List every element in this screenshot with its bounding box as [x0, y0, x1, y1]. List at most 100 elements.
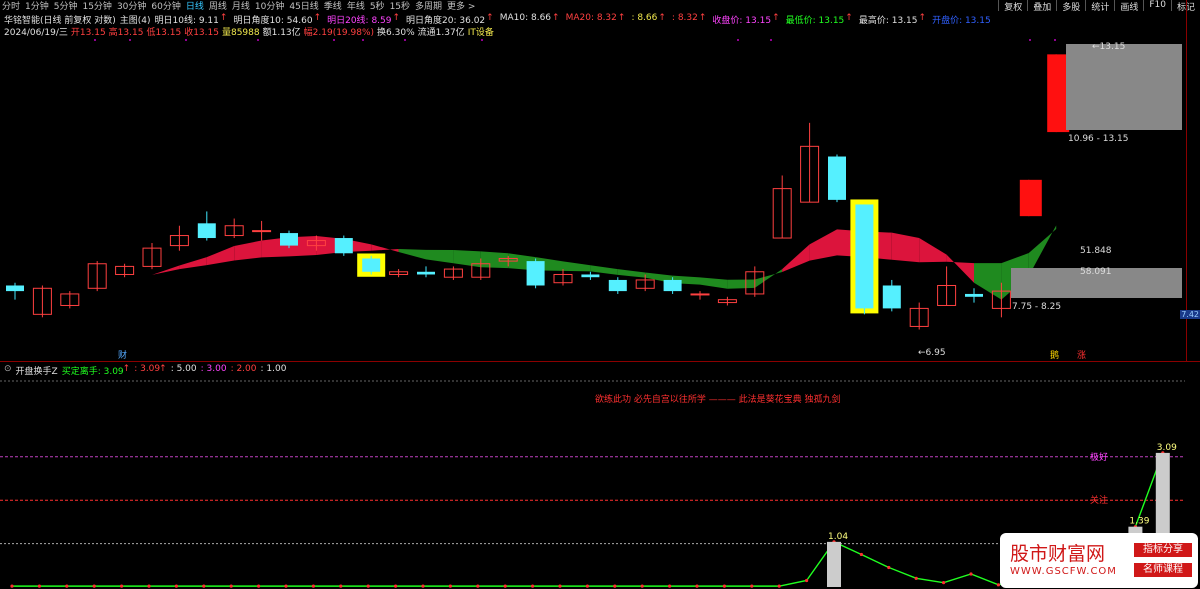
- ma-band-segment: [124, 274, 152, 281]
- bar-label-2: 1.39: [1129, 517, 1149, 527]
- indicator-value-0: 买定离手: 3.09: [61, 367, 124, 377]
- label-range-low: 7.75 - 8.25: [1012, 302, 1061, 312]
- marker-dot: [404, 39, 406, 41]
- candle-body: [252, 230, 272, 233]
- marker-dot: [185, 39, 187, 41]
- indicator-value-3: : 3.00: [200, 364, 227, 374]
- indicator-value-5: : 1.00: [260, 364, 287, 374]
- ma-band-segment: [179, 257, 207, 270]
- ma-band-segment: [453, 250, 481, 268]
- indicator-point: [120, 584, 124, 588]
- ma-band-segment: [206, 246, 235, 266]
- ma-band-segment: [398, 248, 426, 260]
- candle-body: [855, 204, 874, 309]
- ma-band-segment: [426, 249, 454, 264]
- ma-band-segment: [617, 269, 646, 278]
- indicator-point: [339, 584, 343, 588]
- panel-divider[interactable]: [0, 361, 1200, 362]
- indicator-value-1: : 3.09: [134, 364, 161, 374]
- candle-body: [1019, 179, 1042, 217]
- indicator-name[interactable]: 开盘换手Z: [16, 364, 58, 377]
- indicator-point: [558, 584, 562, 588]
- up-arrow-icon: ↑: [122, 364, 131, 374]
- indicator-point: [531, 584, 535, 588]
- indicator-point: [695, 584, 699, 588]
- line-label-good: 极好: [1090, 451, 1108, 463]
- indicator-value-2: : 5.00: [170, 364, 197, 374]
- marker-dot: [1054, 39, 1056, 41]
- target-box-upper: [1066, 44, 1182, 130]
- watermark-title: 股市财富网: [1010, 543, 1106, 565]
- line-label-watch: 关注: [1090, 494, 1108, 506]
- indicator-point: [147, 584, 151, 588]
- tag-jing: 鹅: [1050, 349, 1059, 361]
- indicator-value-4: : 2.00: [230, 364, 257, 374]
- tag-cai: 财: [118, 349, 127, 361]
- indicator-point: [229, 584, 233, 588]
- current-price-tag: 7.42: [1180, 310, 1200, 319]
- marker-dot: [94, 39, 96, 41]
- ma-band-segment: [782, 244, 810, 272]
- label-v2: 58.091: [1080, 267, 1112, 277]
- candle-body: [526, 261, 545, 286]
- indicator-point: [10, 584, 14, 588]
- ma-band-segment: [563, 261, 591, 272]
- indicator-point: [311, 584, 315, 588]
- indicator-point: [37, 584, 42, 588]
- ma-band-segment: [700, 277, 728, 289]
- ma-band-segment: [97, 280, 125, 285]
- marker-dot: [481, 39, 483, 41]
- indicator-point: [92, 584, 96, 588]
- indicator-quote: 欲练此功 必先自宫以往所学 ——— 此法是葵花宝典 独孤九剑: [595, 395, 841, 405]
- ma-band-segment: [42, 289, 70, 292]
- ma-band-segment: [152, 265, 180, 275]
- watermark-logo: 股市财富网 WWW.GSCFW.COM 指标分享 名师课程: [1000, 533, 1198, 588]
- bar-label-3: 3.09: [1157, 443, 1177, 453]
- bar-label-1: 1.04: [828, 532, 848, 542]
- price-axis: [1186, 0, 1200, 361]
- candle-body: [965, 293, 983, 297]
- indicator-point: [969, 572, 973, 576]
- label-top: ←13.15: [1092, 42, 1125, 52]
- ma-band-segment: [809, 229, 837, 261]
- marker-dot: [257, 39, 259, 41]
- candle-body: [581, 274, 600, 278]
- marker-dot: [770, 39, 772, 41]
- indicator-point: [777, 584, 781, 588]
- indicator-point: [394, 584, 398, 588]
- collapse-icon[interactable]: ⊙: [4, 364, 12, 377]
- indicator-header: ⊙ 开盘换手Z 买定离手: 3.09 ↑: 3.09 ↑: 5.00: 3.00: …: [4, 364, 286, 377]
- ma-band-segment: [69, 284, 98, 292]
- ma-band-segment: [919, 238, 947, 263]
- indicator-point: [805, 578, 809, 583]
- label-low: ←6.95: [918, 348, 946, 358]
- ma-band-segment: [727, 279, 755, 289]
- watermark-url: WWW.GSCFW.COM: [1010, 566, 1117, 577]
- indicator-point: [914, 576, 918, 580]
- indicator-line: [12, 452, 1164, 587]
- indicator-point: [613, 584, 617, 588]
- indicator-point: [202, 584, 206, 588]
- candle-body: [362, 258, 381, 272]
- candle-body: [663, 279, 682, 292]
- indicator-point: [174, 584, 178, 588]
- candle-body: [334, 238, 353, 254]
- indicator-point: [859, 552, 864, 557]
- candle-body: [1047, 54, 1070, 133]
- tag-zhang: 涨: [1077, 350, 1086, 361]
- ma-band-segment: [234, 240, 262, 261]
- indicator-point: [257, 584, 261, 588]
- indicator-point: [284, 584, 288, 588]
- candle-body: [417, 271, 435, 275]
- up-arrow-icon: ↑: [159, 364, 167, 374]
- indicator-point: [65, 584, 69, 588]
- candle-body: [690, 293, 710, 296]
- indicator-bar: [827, 541, 841, 587]
- marker-dot: [362, 39, 364, 41]
- candle-body: [882, 285, 901, 309]
- kline-chart[interactable]: ←13.15 10.96 - 13.15 51.848 58.091 7.75 - 8.…: [0, 0, 1200, 589]
- indicator-point: [668, 584, 672, 588]
- marker-dot: [333, 39, 335, 41]
- marker-dot: [737, 39, 739, 41]
- indicator-point: [942, 581, 946, 585]
